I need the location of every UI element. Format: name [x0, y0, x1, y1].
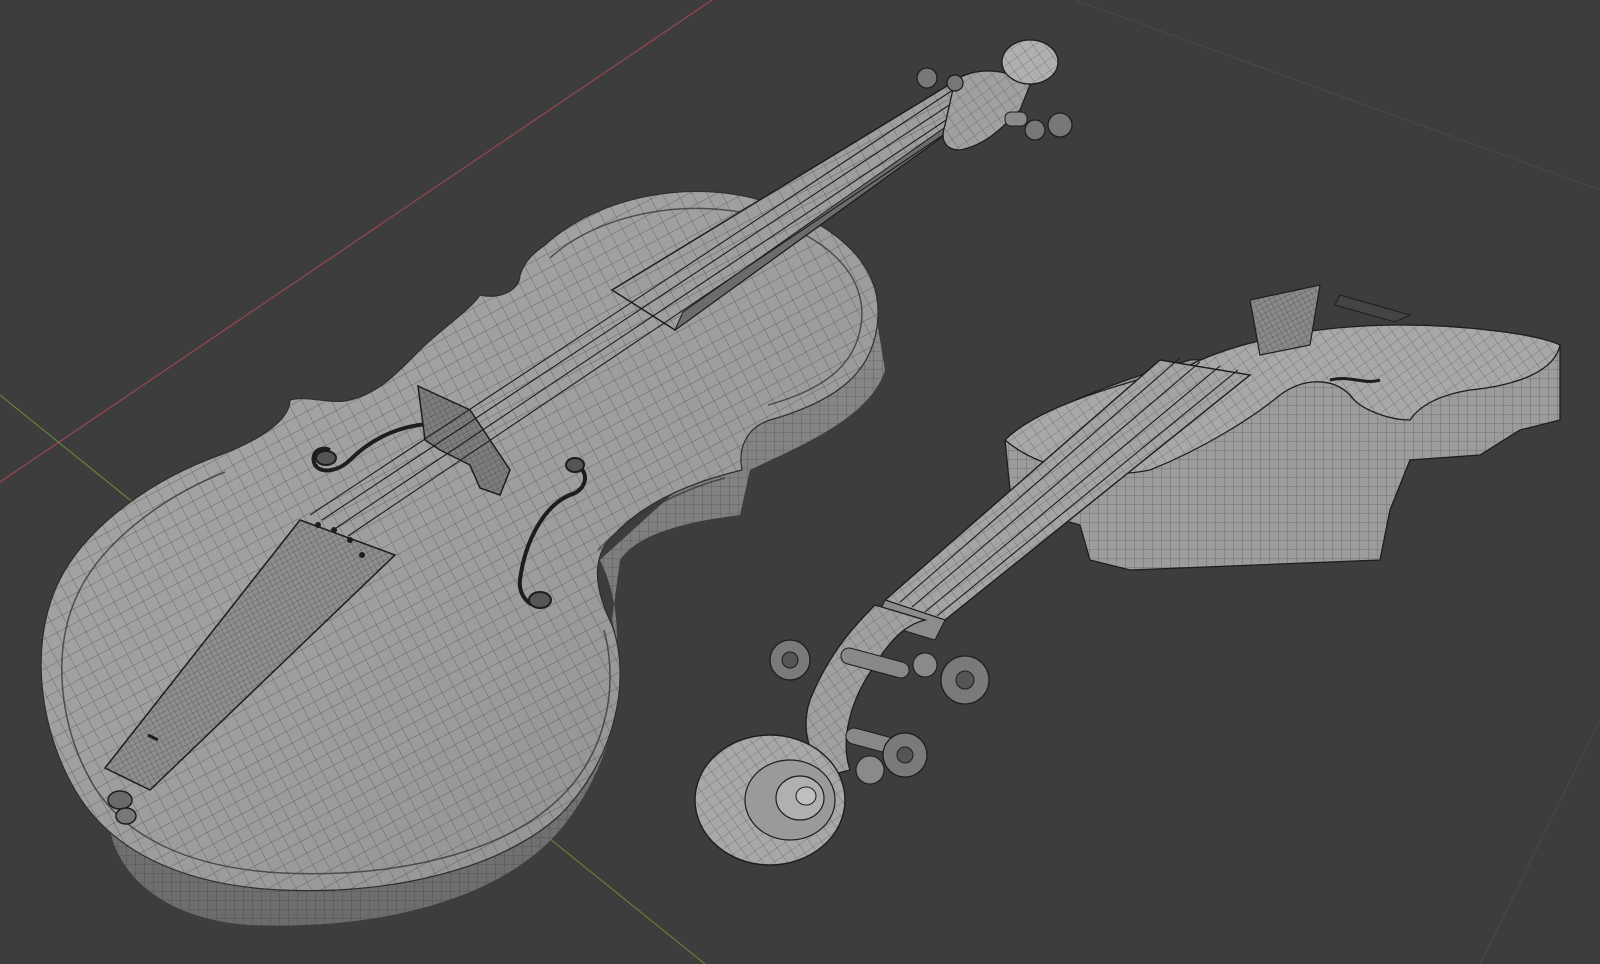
peg: [916, 67, 938, 89]
f-hole-right-top: [565, 457, 585, 473]
peg-head-center: [781, 651, 799, 669]
scroll-wire: [1002, 40, 1058, 84]
tailpiece-hole: [315, 522, 321, 528]
peg-head-center: [896, 746, 914, 764]
tailpiece-hole: [359, 552, 365, 558]
peg: [946, 74, 964, 92]
tailpiece-hole: [347, 537, 353, 543]
peg: [1047, 112, 1073, 138]
3d-viewport[interactable]: [0, 0, 1600, 964]
end-button-cap: [115, 807, 137, 825]
peg-shaft-end: [855, 755, 885, 785]
peg: [1024, 119, 1046, 141]
peg-shaft: [1004, 111, 1028, 127]
peg-head-center: [955, 670, 975, 690]
viewport-canvas[interactable]: [0, 0, 1600, 964]
peg-shaft-end: [912, 652, 938, 678]
violin-side-scroll: [694, 734, 846, 866]
end-button: [107, 790, 133, 810]
f-hole-right-eye: [528, 591, 552, 609]
f-hole-left-eye: [315, 450, 337, 466]
